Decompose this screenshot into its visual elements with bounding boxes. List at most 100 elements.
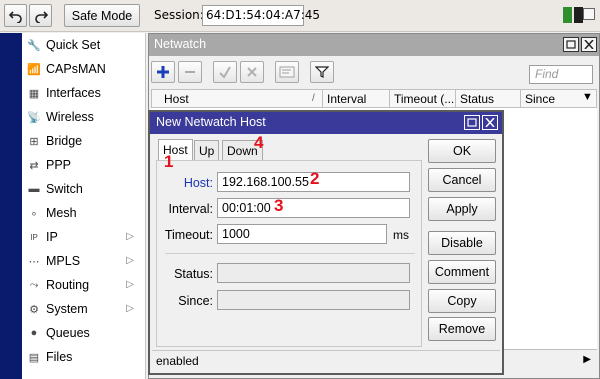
sidebar-item-routing[interactable]: ⤳ Routing ▷ <box>24 273 144 297</box>
close-button[interactable] <box>581 37 597 52</box>
sidebar-item-switch[interactable]: ▬ Switch <box>24 177 144 201</box>
sidebar-item-system[interactable]: ⚙ System ▷ <box>24 297 144 321</box>
sidebar-item-label: Files <box>46 350 73 364</box>
system-icon: ⚙ <box>29 303 39 316</box>
host-tab-panel: Host: 192.168.100.55 Interval: 00:01:00 … <box>156 160 422 347</box>
safe-mode-button[interactable]: Safe Mode <box>64 4 140 27</box>
cancel-button[interactable]: Cancel <box>428 168 496 192</box>
sidebar-item-ppp[interactable]: ⇄ PPP <box>24 153 144 177</box>
sidebar-item-label: CAPsMAN <box>46 62 106 76</box>
new-netwatch-host-dialog: New Netwatch Host Host Up Down Host: 192… <box>148 110 504 375</box>
ip-icon: IP <box>30 232 38 242</box>
status-field <box>217 263 410 283</box>
battery-icon <box>563 7 572 23</box>
dialog-status-bar: enabled <box>152 350 500 371</box>
redo-icon <box>34 10 48 23</box>
redo-button[interactable] <box>29 4 52 27</box>
status-label: Status: <box>174 267 213 281</box>
comment-button[interactable]: Comment <box>428 260 496 284</box>
sidebar-item-bridge[interactable]: ⊞ Bridge <box>24 129 144 153</box>
submenu-arrow-icon: ▷ <box>126 279 134 290</box>
annotation-marker-4: 4 <box>254 133 264 152</box>
annotation-marker-2: 2 <box>310 169 320 188</box>
sidebar-item-interfaces[interactable]: ▦ Interfaces <box>24 81 144 105</box>
sidebar-item-queues[interactable]: ● Queues <box>24 321 144 345</box>
tab-up[interactable]: Up <box>194 140 220 161</box>
interfaces-icon: ▦ <box>28 87 40 100</box>
timeout-input[interactable]: 1000 <box>217 224 387 244</box>
since-label: Since: <box>178 294 213 308</box>
comment-button[interactable] <box>275 61 299 83</box>
remove-button[interactable]: Remove <box>428 317 496 341</box>
apply-button[interactable]: Apply <box>428 197 496 221</box>
sidebar-item-label: Bridge <box>46 134 83 148</box>
sidebar-item-quick-set[interactable]: 🔧 Quick Set <box>24 33 144 57</box>
sidebar-item-label: Quick Set <box>46 38 101 52</box>
files-icon: ▤ <box>28 351 40 364</box>
filter-button[interactable] <box>310 61 334 83</box>
dialog-maximize-button[interactable] <box>464 115 480 130</box>
interval-label: Interval: <box>168 202 213 216</box>
switch-icon: ▬ <box>28 183 40 195</box>
capsman-icon: 📶 <box>27 63 41 76</box>
copy-button[interactable]: Copy <box>428 289 496 313</box>
maximize-icon <box>467 118 477 127</box>
filter-icon <box>315 66 329 78</box>
timeout-label: Timeout: <box>164 228 213 242</box>
column-timeout[interactable]: Timeout (... <box>394 92 454 106</box>
disable-icon <box>247 67 257 77</box>
sidebar-item-label: Interfaces <box>46 86 101 100</box>
comment-icon <box>279 66 295 78</box>
dialog-title: New Netwatch Host <box>150 112 502 134</box>
annotation-marker-1: 1 <box>164 152 174 171</box>
column-host[interactable]: Host <box>164 92 189 106</box>
sidebar-item-label: IP <box>46 230 58 244</box>
column-status[interactable]: Status <box>460 92 494 106</box>
sort-icon: / <box>312 93 315 104</box>
find-input[interactable]: Find <box>529 65 593 84</box>
sidebar-item-mesh[interactable]: ∘ Mesh <box>24 201 144 225</box>
routing-icon: ⤳ <box>29 278 39 291</box>
maximize-icon <box>566 40 576 49</box>
ppp-icon: ⇄ <box>29 159 39 172</box>
table-header: Host / Interval Timeout (... Status Sinc… <box>151 89 597 108</box>
sidebar-item-label: Mesh <box>46 206 77 220</box>
column-menu-icon[interactable]: ▼ <box>582 91 593 103</box>
column-since[interactable]: Since <box>525 92 555 106</box>
bridge-icon: ⊞ <box>29 135 39 148</box>
remove-button[interactable] <box>178 61 202 83</box>
sidebar-item-capsman[interactable]: 📶 CAPsMAN <box>24 57 144 81</box>
dialog-close-button[interactable] <box>482 115 498 130</box>
add-icon <box>157 66 169 78</box>
interval-input[interactable]: 00:01:00 <box>217 198 410 218</box>
scroll-right-icon[interactable]: ▶ <box>583 354 591 365</box>
session-field[interactable]: 64:D1:54:04:A7:45 <box>202 5 320 26</box>
window-icon[interactable] <box>583 8 595 20</box>
sidebar-item-label: Queues <box>46 326 90 340</box>
add-button[interactable] <box>151 61 175 83</box>
undo-button[interactable] <box>4 4 27 27</box>
maximize-button[interactable] <box>563 37 579 52</box>
quick-set-icon: 🔧 <box>27 39 41 52</box>
queues-icon: ● <box>30 327 38 339</box>
sidebar-item-label: Switch <box>46 182 83 196</box>
sidebar-item-label: PPP <box>46 158 72 172</box>
timeout-unit: ms <box>393 228 409 242</box>
close-icon <box>584 40 594 49</box>
disable-button[interactable] <box>240 61 264 83</box>
submenu-arrow-icon: ▷ <box>126 231 134 242</box>
annotation-marker-3: 3 <box>274 196 284 215</box>
enable-button[interactable] <box>213 61 237 83</box>
column-interval[interactable]: Interval <box>327 92 366 106</box>
disable-button[interactable]: Disable <box>428 231 496 255</box>
ok-button[interactable]: OK <box>428 139 496 163</box>
sidebar-item-ip[interactable]: IP IP ▷ <box>24 225 144 249</box>
sidebar-item-wireless[interactable]: 📡 Wireless <box>24 105 144 129</box>
undo-icon <box>8 10 22 23</box>
sidebar-item-mpls[interactable]: ⋯ MPLS ▷ <box>24 249 144 273</box>
wireless-icon: 📡 <box>27 111 41 124</box>
netwatch-title: Netwatch <box>149 34 599 56</box>
sidebar-item-label: MPLS <box>46 254 81 268</box>
sidebar-strip <box>0 33 22 379</box>
sidebar-item-files[interactable]: ▤ Files <box>24 345 144 369</box>
